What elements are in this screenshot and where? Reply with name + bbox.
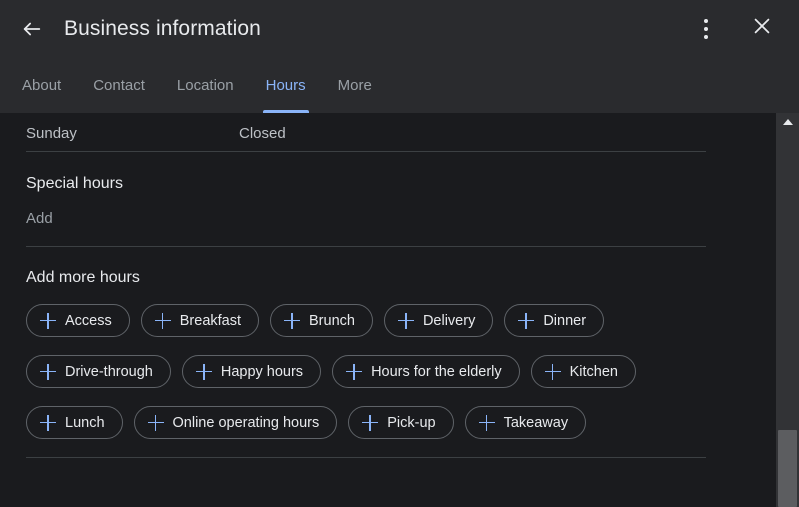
chip-delivery[interactable]: Delivery <box>383 304 494 337</box>
tab-contact[interactable]: Contact <box>77 57 161 113</box>
back-button[interactable] <box>10 7 54 51</box>
chip-hours-for-the-elderly[interactable]: Hours for the elderly <box>332 355 520 388</box>
hours-value-label: Closed <box>239 124 286 142</box>
content-area: Sunday Closed Special hours Add Add more… <box>0 113 799 507</box>
chip-lunch[interactable]: Lunch <box>26 406 123 439</box>
chip-label: Takeaway <box>503 414 569 431</box>
tab-label: Hours <box>265 76 306 94</box>
chip-row: Access Breakfast Brunch Delivery Dinner <box>26 304 728 337</box>
chip-row: Drive-through Happy hours Hours for the … <box>26 355 728 388</box>
chip-label: Breakfast <box>179 312 241 329</box>
chip-label: Hours for the elderly <box>371 363 502 380</box>
chip-takeaway[interactable]: Takeaway <box>464 406 587 439</box>
tab-label: More <box>337 76 372 94</box>
scroll-up-button[interactable] <box>776 113 799 131</box>
special-hours-add-link[interactable]: Add <box>26 210 53 227</box>
plus-icon <box>40 414 56 431</box>
page-title: Business information <box>64 16 261 40</box>
plus-icon <box>195 363 212 380</box>
chip-pick-up[interactable]: Pick-up <box>348 406 454 439</box>
add-more-hours-title: Add more hours <box>26 269 140 286</box>
plus-icon <box>40 363 56 380</box>
tab-label: About <box>22 76 62 94</box>
hours-panel: Sunday Closed Special hours Add Add more… <box>0 113 776 507</box>
plus-icon <box>346 363 363 380</box>
tab-bar: About Contact Location Hours More <box>0 57 799 113</box>
more-options-button[interactable] <box>685 8 727 50</box>
divider-bottom <box>26 457 706 458</box>
tab-more[interactable]: More <box>322 57 388 113</box>
arrow-back-icon <box>21 18 43 40</box>
scroll-up-arrow-icon <box>782 119 793 125</box>
chip-row: Lunch Online operating hours Pick-up Tak… <box>26 406 728 439</box>
chip-label: Happy hours <box>220 363 304 380</box>
plus-icon <box>397 312 414 329</box>
scrollbar-thumb[interactable] <box>778 430 797 507</box>
tab-label: Location <box>176 76 234 94</box>
chip-dinner[interactable]: Dinner <box>504 304 605 337</box>
chip-label: Drive-through <box>65 363 153 380</box>
chip-label: Lunch <box>65 414 105 431</box>
hours-row-sunday[interactable]: Sunday Closed <box>26 115 728 151</box>
plus-icon <box>147 414 164 431</box>
chip-label: Online operating hours <box>172 414 320 431</box>
add-more-hours-chip-groups: Access Breakfast Brunch Delivery Dinner … <box>26 304 728 439</box>
chip-label: Access <box>65 312 112 329</box>
chip-label: Brunch <box>309 312 355 329</box>
chip-label: Kitchen <box>569 363 618 380</box>
plus-icon <box>284 312 300 329</box>
chip-label: Dinner <box>543 312 587 329</box>
tab-about[interactable]: About <box>6 57 77 113</box>
chip-brunch[interactable]: Brunch <box>270 304 373 337</box>
chip-drive-through[interactable]: Drive-through <box>26 355 171 388</box>
plus-icon <box>518 312 535 329</box>
divider-after-special-hours <box>26 246 706 247</box>
chip-label: Pick-up <box>387 414 436 431</box>
tab-hours[interactable]: Hours <box>250 57 322 113</box>
business-information-dialog: Business information About Contact Locat… <box>0 0 799 507</box>
plus-icon <box>40 312 56 329</box>
chip-kitchen[interactable]: Kitchen <box>530 355 636 388</box>
chip-happy-hours[interactable]: Happy hours <box>181 355 322 388</box>
vertical-scrollbar[interactable] <box>776 113 799 507</box>
special-hours-title: Special hours <box>26 175 123 192</box>
plus-icon <box>362 414 379 431</box>
dialog-header: Business information <box>0 0 799 57</box>
tab-location[interactable]: Location <box>161 57 250 113</box>
chip-online-operating-hours[interactable]: Online operating hours <box>133 406 338 439</box>
tab-label: Contact <box>93 76 145 94</box>
close-button[interactable] <box>741 8 783 50</box>
plus-icon <box>544 363 561 380</box>
plus-icon <box>478 414 495 431</box>
chip-breakfast[interactable]: Breakfast <box>140 304 259 337</box>
plus-icon <box>154 312 171 329</box>
close-icon <box>751 15 773 42</box>
chip-label: Delivery <box>422 312 476 329</box>
chip-access[interactable]: Access <box>26 304 130 337</box>
divider-after-hours <box>26 151 706 152</box>
hours-day-label: Sunday <box>26 124 77 142</box>
more-vert-icon <box>704 17 708 41</box>
